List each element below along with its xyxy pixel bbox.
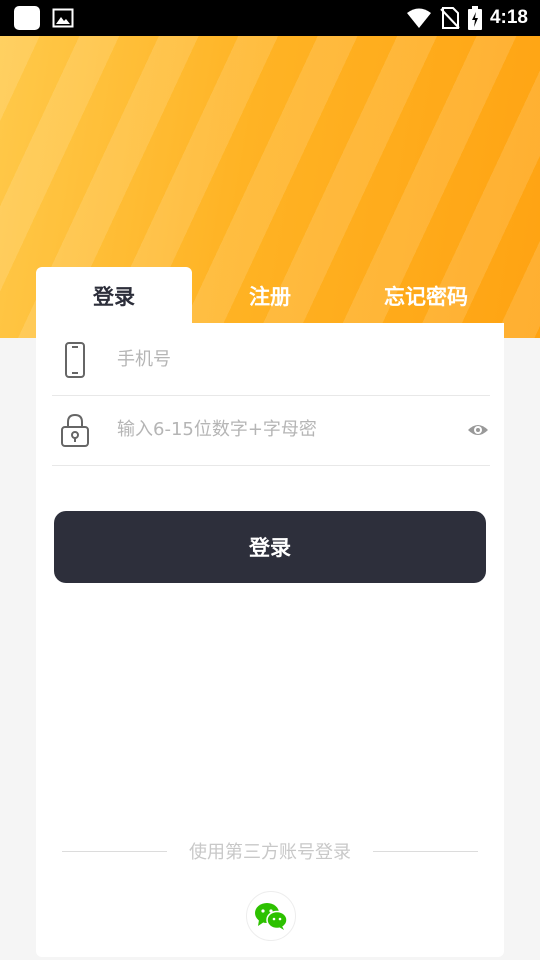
phone-field[interactable]: 手机号: [52, 325, 490, 396]
third-party-label: 使用第三方账号登录: [189, 842, 351, 863]
status-bar: 4:18: [0, 0, 540, 36]
divider-line-right: [373, 850, 478, 852]
wifi-icon: [406, 8, 431, 28]
phone-input[interactable]: 手机号: [117, 325, 171, 395]
auth-tabs: 登录 注册 忘记密码: [36, 267, 504, 325]
phone-icon: [65, 342, 85, 378]
tab-forgot-password[interactable]: 忘记密码: [348, 267, 504, 325]
battery-charging-icon: [467, 6, 482, 30]
show-password-eye-icon[interactable]: [466, 419, 490, 441]
wechat-login-button[interactable]: [246, 891, 296, 941]
password-input[interactable]: 输入6-15位数字+字母密: [117, 395, 317, 465]
login-card: 手机号 输入6-15位数字+字母密 登录 使用第三方账号登录: [36, 323, 504, 957]
login-button[interactable]: 登录: [54, 511, 486, 583]
app-notification-icon: [14, 6, 40, 30]
divider-line-left: [62, 850, 167, 852]
no-sim-icon: [440, 7, 460, 29]
wechat-icon: [255, 903, 288, 930]
tab-login[interactable]: 登录: [36, 267, 192, 325]
image-notification-icon: [52, 8, 74, 28]
tab-register[interactable]: 注册: [192, 267, 348, 325]
password-field[interactable]: 输入6-15位数字+字母密: [52, 395, 490, 466]
third-party-divider: 使用第三方账号登录: [62, 835, 478, 867]
status-time: 4:18: [489, 7, 528, 28]
lock-icon: [61, 413, 89, 447]
